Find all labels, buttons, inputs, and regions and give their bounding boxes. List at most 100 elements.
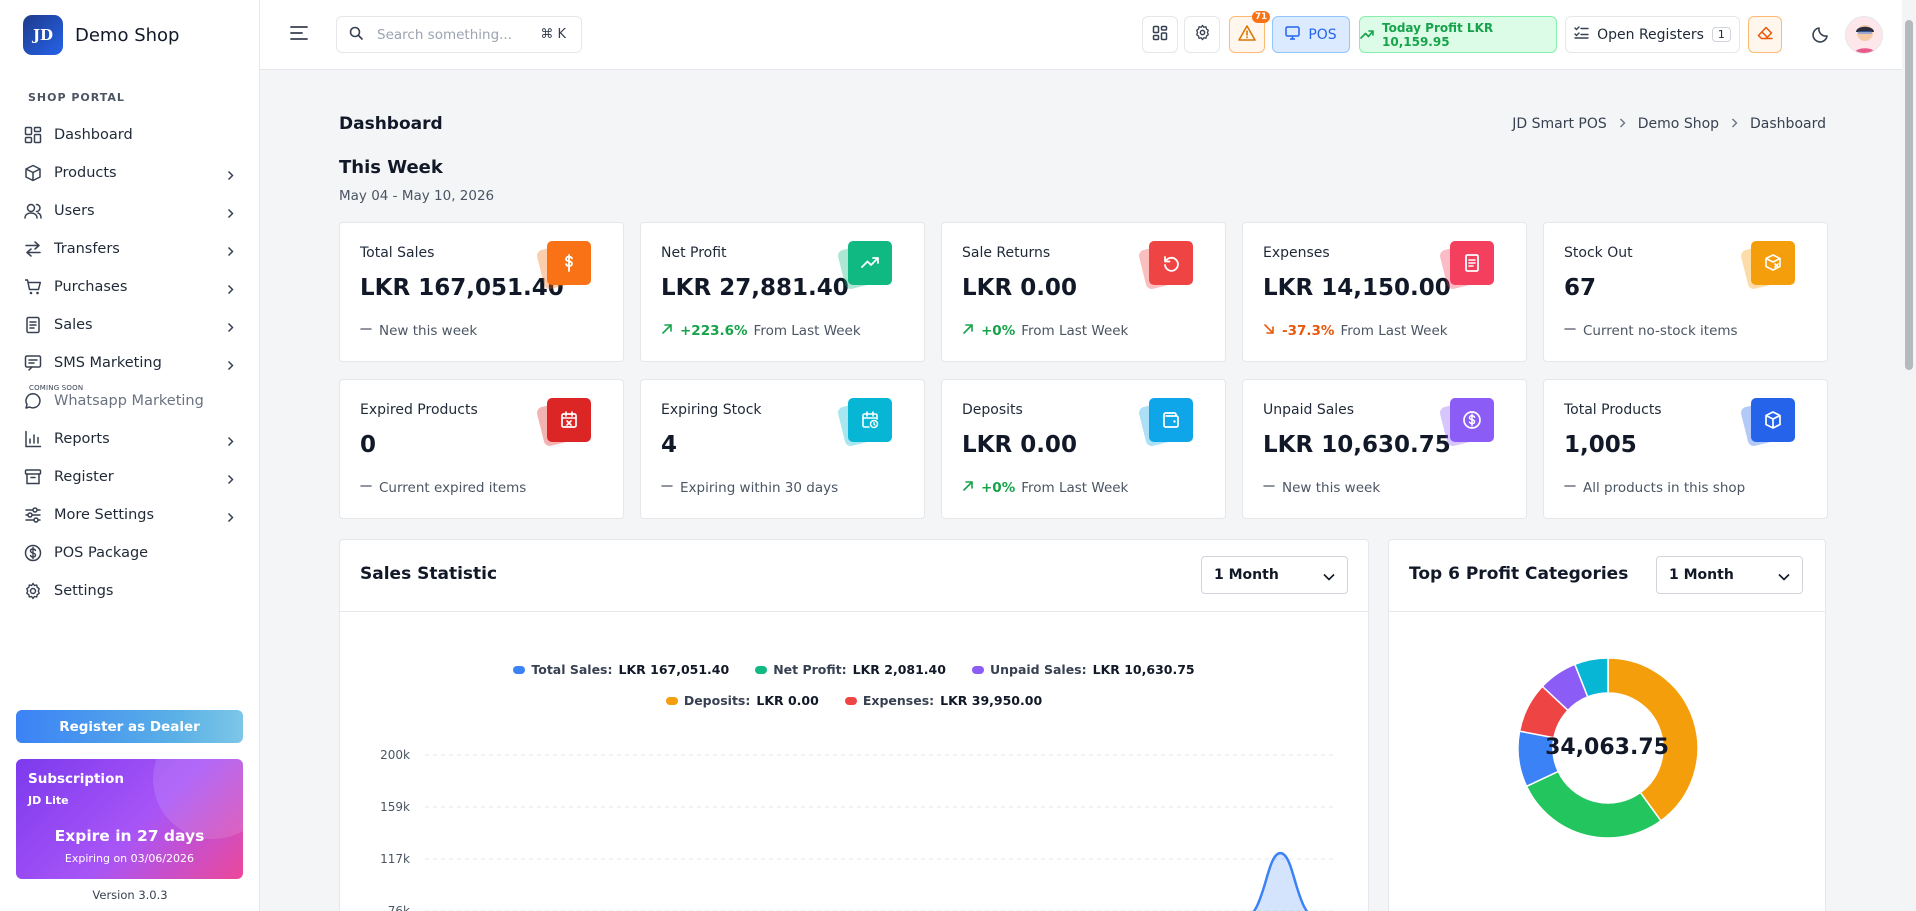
stat-card-expired-products[interactable]: Expired Products 0 Current expired items: [339, 379, 624, 519]
stat-card-value: LKR 14,150.00: [1263, 275, 1451, 301]
register-dealer-button[interactable]: Register as Dealer: [16, 710, 243, 743]
stat-card-sale-returns[interactable]: Sale Returns LKR 0.00 +0% From Last Week: [941, 222, 1226, 362]
stat-card-label: Total Sales: [360, 245, 435, 261]
donut-slice[interactable]: [1525, 770, 1662, 839]
sidebar-item-sales[interactable]: Sales: [0, 306, 260, 344]
sidebar-item-products[interactable]: Products: [0, 154, 260, 192]
stat-card-value: LKR 0.00: [962, 275, 1077, 301]
stat-card-icon-wrap: [1739, 241, 1797, 291]
settings-button[interactable]: [1184, 16, 1220, 53]
stat-card-unpaid-sales[interactable]: Unpaid Sales LKR 10,630.75 New this week: [1242, 379, 1527, 519]
y-tick-label: 159k: [380, 800, 410, 814]
dollar-icon: [547, 241, 591, 285]
sidebar-item-label: More Settings: [54, 507, 155, 523]
chevron-right-icon: [227, 204, 234, 223]
pos-button[interactable]: POS: [1272, 16, 1350, 53]
sidebar-item-settings[interactable]: Settings: [0, 572, 260, 610]
stat-card-footer: -37.3% From Last Week: [1263, 323, 1448, 339]
stat-card-expiring-stock[interactable]: Expiring Stock 4 Expiring within 30 days: [640, 379, 925, 519]
stat-card-footer: New this week: [1263, 480, 1380, 496]
stat-card-footer: All products in this shop: [1564, 480, 1745, 496]
stat-card-footer: +0% From Last Week: [962, 480, 1128, 496]
stat-card-label: Net Profit: [661, 245, 727, 261]
sidebar-item-register[interactable]: Register: [0, 458, 260, 496]
search-input[interactable]: [377, 26, 517, 43]
arrow-up-right-icon: [962, 480, 974, 496]
grid-icon: [1152, 25, 1168, 45]
sidebar-item-label: Settings: [54, 583, 114, 599]
stat-card-expenses[interactable]: Expenses LKR 14,150.00 -37.3% From Last Wee…: [1242, 222, 1527, 362]
stat-card-total-sales[interactable]: Total Sales LKR 167,051.40 New this week: [339, 222, 624, 362]
sidebar-item-label: Purchases: [54, 279, 128, 295]
stat-card-foot-text: From Last Week: [1340, 323, 1448, 339]
sidebar-item-label: Products: [54, 165, 117, 181]
sidebar-item-more-settings[interactable]: More Settings: [0, 496, 260, 534]
top-header: ⌘ K 71 POS Today Profit LKR 10,159.95 Op…: [260, 0, 1916, 70]
brand[interactable]: JD Demo Shop: [0, 0, 259, 70]
sidebar-item-label: POS Package: [54, 545, 149, 561]
list-check-icon: [1574, 26, 1589, 43]
stat-card-value: LKR 27,881.40: [661, 275, 849, 301]
stat-card-stock-out[interactable]: Stock Out 67 Current no-stock items: [1543, 222, 1828, 362]
sidebar-item-whatsapp-marketing[interactable]: COMING SOON Whatsapp Marketing: [0, 382, 260, 420]
brand-logo: JD: [23, 15, 63, 55]
stat-card-trend: -37.3%: [1282, 323, 1335, 339]
sidebar-item-transfers[interactable]: Transfers: [0, 230, 260, 268]
sidebar-item-users[interactable]: Users: [0, 192, 260, 230]
search-icon: [349, 25, 363, 44]
arrow-down-right-icon: [1263, 323, 1275, 339]
stat-card-value: 67: [1564, 275, 1597, 301]
dark-mode-icon[interactable]: [1812, 25, 1830, 47]
scrollbar-thumb[interactable]: [1905, 20, 1913, 370]
stat-card-value: 4: [661, 432, 678, 458]
stat-card-icon-wrap: [1438, 241, 1496, 291]
chevron-right-icon: [227, 280, 234, 299]
stat-card-deposits[interactable]: Deposits LKR 0.00 +0% From Last Week: [941, 379, 1226, 519]
sidebar-item-sms-marketing[interactable]: SMS Marketing: [0, 344, 260, 382]
user-avatar[interactable]: [1845, 16, 1883, 54]
sidebar-item-purchases[interactable]: Purchases: [0, 268, 260, 306]
trending-up-icon: [1360, 28, 1374, 42]
stat-card-label: Stock Out: [1564, 245, 1633, 261]
dash-icon: [1564, 323, 1576, 339]
breadcrumb-item[interactable]: Demo Shop: [1638, 116, 1719, 132]
stat-card-net-profit[interactable]: Net Profit LKR 27,881.40 +223.6% From Last …: [640, 222, 925, 362]
dollar-icon: [24, 544, 42, 562]
clear-cache-button[interactable]: [1748, 16, 1782, 53]
apps-button[interactable]: [1142, 16, 1178, 53]
stat-card-foot-text: From Last Week: [1021, 480, 1129, 496]
today-profit-button[interactable]: Today Profit LKR 10,159.95: [1359, 16, 1557, 53]
subscription-title: Subscription: [28, 771, 124, 787]
open-registers-button[interactable]: Open Registers 1: [1565, 16, 1740, 53]
alerts-button[interactable]: 71: [1229, 11, 1270, 53]
stat-card-trend: +223.6%: [680, 323, 748, 339]
stat-card-icon-wrap: [1137, 398, 1195, 448]
menu-icon[interactable]: [290, 25, 308, 45]
breadcrumb-item[interactable]: JD Smart POS: [1512, 116, 1607, 132]
chevron-right-icon: [227, 470, 234, 489]
profit-categories-panel: Top 6 Profit Categories 1 Month 34,063.7…: [1388, 539, 1826, 911]
notification-count: 71: [1252, 11, 1270, 23]
profit-donut-chart: [1517, 657, 1699, 839]
version-label: Version 3.0.3: [92, 888, 168, 902]
sidebar-item-reports[interactable]: Reports: [0, 420, 260, 458]
sidebar-item-pos-package[interactable]: POS Package: [0, 534, 260, 572]
sidebar-item-dashboard[interactable]: Dashboard: [0, 116, 260, 154]
search-box[interactable]: ⌘ K: [336, 16, 582, 53]
stat-card-icon-wrap: [535, 241, 593, 291]
stat-card-icon-wrap: [1438, 398, 1496, 448]
pos-label: POS: [1308, 26, 1337, 43]
stat-card-foot-text: All products in this shop: [1583, 480, 1746, 496]
subscription-card[interactable]: Subscription JD Lite Expire in 27 days E…: [16, 759, 243, 879]
series-area: [1253, 853, 1307, 911]
sidebar-item-label: Whatsapp Marketing: [54, 393, 204, 409]
stat-card-total-products[interactable]: Total Products 1,005 All products in this …: [1543, 379, 1828, 519]
brand-name: Demo Shop: [75, 24, 180, 46]
sidebar-item-label: SMS Marketing: [54, 355, 162, 371]
dashboard-icon: [24, 126, 42, 144]
sidebar-item-label: Register: [54, 469, 114, 485]
sales-area-chart: 200k 159k 117k 76k: [380, 748, 1335, 911]
chevron-right-icon: [1731, 117, 1738, 131]
register-icon: [24, 468, 42, 486]
page-scrollbar[interactable]: [1902, 0, 1916, 911]
